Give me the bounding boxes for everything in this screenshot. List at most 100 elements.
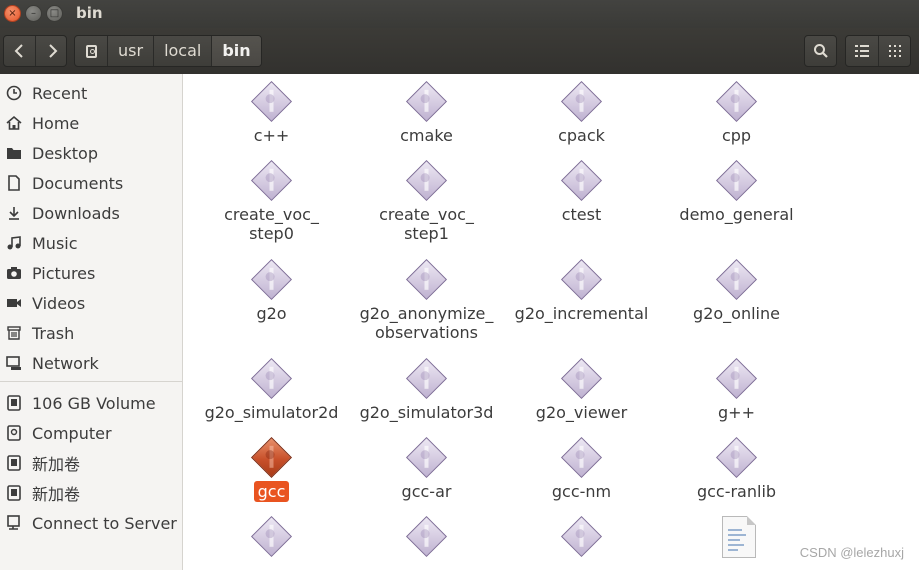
sidebar-item-106gb-volume[interactable]: 106 GB Volume [0, 388, 182, 418]
executable-icon [559, 435, 605, 481]
chevron-left-icon [14, 44, 23, 58]
executable-icon [404, 158, 450, 204]
file-name: g2o_incremental [514, 304, 649, 323]
file-name: gcc-ranlib [696, 482, 777, 501]
grid-view-button[interactable] [879, 36, 911, 66]
download-icon [4, 203, 24, 223]
file-name: g2o [256, 304, 287, 323]
file-item[interactable]: g2o_simulator2d [194, 356, 349, 422]
file-item[interactable]: gcc-ranlib [659, 435, 814, 501]
file-item[interactable] [659, 514, 814, 561]
search-icon [813, 44, 828, 58]
sidebar: Recent Home Desktop Documents Downloads … [0, 74, 183, 570]
executable-icon [559, 79, 605, 125]
executable-icon [249, 158, 295, 204]
window-title: bin [76, 4, 103, 22]
file-name: create_voc_ step0 [224, 205, 319, 243]
sidebar-item-pictures[interactable]: Pictures [0, 258, 182, 288]
list-view-icon [855, 45, 869, 57]
sidebar-item-label: Desktop [32, 143, 98, 163]
camera-icon [4, 263, 24, 283]
drive-icon [4, 483, 24, 503]
back-button[interactable] [4, 36, 35, 66]
sidebar-item-trash[interactable]: Trash [0, 318, 182, 348]
text-file-icon [714, 514, 760, 560]
file-name: cpp [721, 126, 752, 145]
file-item[interactable]: ctest [504, 158, 659, 224]
file-name: create_voc_ step1 [379, 205, 474, 243]
breadcrumb-usr[interactable]: usr [108, 36, 155, 66]
document-icon [4, 173, 24, 193]
sidebar-item-network[interactable]: Network [0, 348, 182, 378]
minimize-window-button[interactable]: – [25, 5, 42, 22]
executable-icon [559, 257, 605, 303]
sidebar-item-documents[interactable]: Documents [0, 168, 182, 198]
clock-icon [4, 83, 24, 103]
trash-icon [4, 323, 24, 343]
sidebar-item-volume-2[interactable]: 新加卷 [0, 478, 182, 508]
server-icon [4, 513, 24, 533]
file-item[interactable]: cpack [504, 79, 659, 145]
file-item[interactable]: g2o_incremental [504, 257, 659, 323]
sidebar-item-music[interactable]: Music [0, 228, 182, 258]
file-grid: c++ cmake cpack cpp create_voc_ step0 create_… [192, 74, 919, 570]
sidebar-divider [0, 381, 182, 382]
file-item[interactable]: gcc-ar [349, 435, 504, 501]
breadcrumb-root[interactable] [75, 36, 108, 66]
file-name: gcc [194, 481, 349, 502]
folder-icon [4, 143, 24, 163]
file-name: g2o_anonymize_ observations [359, 304, 494, 342]
sidebar-item-connect-to-server[interactable]: Connect to Server [0, 508, 182, 538]
executable-icon [404, 257, 450, 303]
file-name: g2o_online [693, 304, 780, 323]
executable-icon [249, 435, 295, 481]
breadcrumb-bin[interactable]: bin [212, 36, 261, 66]
file-name: ctest [561, 205, 602, 224]
file-name: demo_general [679, 205, 794, 224]
forward-button[interactable] [36, 36, 67, 66]
file-item[interactable]: gcc-nm [504, 435, 659, 501]
toolbar: usr local bin [0, 28, 919, 74]
drive-icon [4, 423, 24, 443]
executable-icon [249, 514, 295, 560]
file-item[interactable]: g2o [194, 257, 349, 323]
file-item[interactable] [194, 514, 349, 561]
executable-icon [714, 356, 760, 402]
sidebar-item-desktop[interactable]: Desktop [0, 138, 182, 168]
sidebar-item-downloads[interactable]: Downloads [0, 198, 182, 228]
file-item[interactable]: cpp [659, 79, 814, 145]
executable-icon [404, 435, 450, 481]
list-view-button[interactable] [846, 36, 878, 66]
file-name: c++ [253, 126, 290, 145]
drive-icon [4, 453, 24, 473]
breadcrumb: usr local bin [74, 35, 262, 67]
file-item[interactable]: g2o_viewer [504, 356, 659, 422]
file-item[interactable]: g2o_anonymize_ observations [349, 257, 504, 342]
search-button[interactable] [804, 35, 837, 67]
executable-icon [249, 356, 295, 402]
sidebar-item-videos[interactable]: Videos [0, 288, 182, 318]
file-item[interactable]: g2o_simulator3d [349, 356, 504, 422]
sidebar-item-label: Connect to Server [32, 513, 177, 533]
sidebar-item-label: Videos [32, 293, 86, 313]
file-item[interactable]: g++ [659, 356, 814, 422]
sidebar-item-computer[interactable]: Computer [0, 418, 182, 448]
file-item[interactable]: g2o_online [659, 257, 814, 323]
file-item[interactable]: create_voc_ step1 [349, 158, 504, 243]
close-window-button[interactable]: × [4, 5, 21, 22]
file-item[interactable]: cmake [349, 79, 504, 145]
file-item[interactable] [504, 514, 659, 561]
sidebar-item-label: Documents [32, 173, 124, 193]
sidebar-item-home[interactable]: Home [0, 108, 182, 138]
executable-icon [404, 79, 450, 125]
file-item[interactable]: demo_general [659, 158, 814, 224]
file-item[interactable]: c++ [194, 79, 349, 145]
executable-icon [714, 435, 760, 481]
file-item[interactable] [349, 514, 504, 561]
sidebar-item-recent[interactable]: Recent [0, 78, 182, 108]
sidebar-item-volume-1[interactable]: 新加卷 [0, 448, 182, 478]
file-item[interactable]: create_voc_ step0 [194, 158, 349, 243]
file-item[interactable]: gcc [194, 435, 349, 502]
breadcrumb-local[interactable]: local [154, 36, 213, 66]
maximize-window-button[interactable]: □ [46, 5, 63, 22]
